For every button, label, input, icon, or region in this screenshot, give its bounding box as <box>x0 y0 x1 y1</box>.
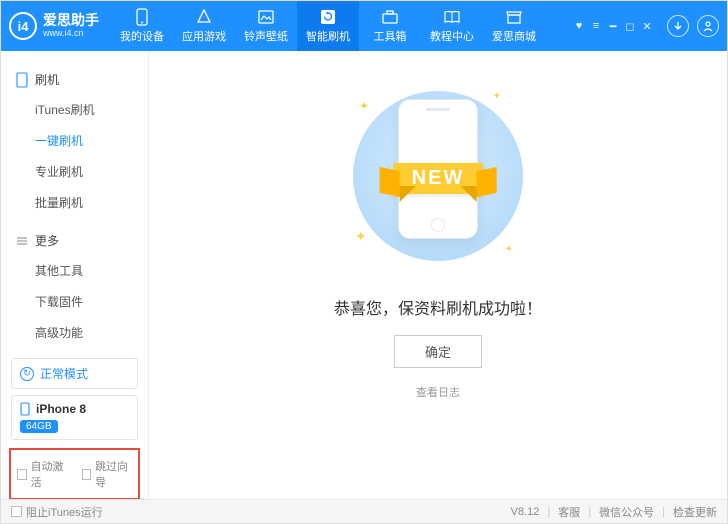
sparkle-icon: ✦ <box>359 99 369 113</box>
storage-badge: 64GB <box>20 420 58 433</box>
check-update-link[interactable]: 检查更新 <box>673 504 717 520</box>
wechat-link[interactable]: 微信公众号 <box>599 504 654 520</box>
toolbox-icon <box>381 8 399 26</box>
chk-label: 跳过向导 <box>95 458 132 490</box>
tab-label: 智能刷机 <box>306 28 350 44</box>
tab-apps-games[interactable]: 应用游戏 <box>173 1 235 51</box>
chk-label: 阻止iTunes运行 <box>26 504 103 520</box>
status-bar: 阻止iTunes运行 V8.12 | 客服 | 微信公众号 | 检查更新 <box>1 499 727 523</box>
sidebar-item-batch-flash[interactable]: 批量刷机 <box>1 187 148 218</box>
skin-icon[interactable]: ♥ <box>573 20 585 32</box>
sidebar-heading-more: 更多 <box>1 226 148 255</box>
support-link[interactable]: 客服 <box>558 504 580 520</box>
tab-label: 我的设备 <box>120 28 164 44</box>
tab-label: 教程中心 <box>430 28 474 44</box>
ok-button[interactable]: 确定 <box>394 335 482 368</box>
app-header: i4 爱思助手 www.i4.cn 我的设备 应用游戏 铃声壁纸 智能刷机 <box>1 1 727 51</box>
maximize-icon[interactable]: ◻ <box>624 20 636 32</box>
device-info-box[interactable]: iPhone 8 64GB <box>11 395 138 440</box>
sparkle-icon: ✦ <box>493 91 501 102</box>
tab-tutorials[interactable]: 教程中心 <box>421 1 483 51</box>
device-icon <box>15 73 29 87</box>
sidebar-heading-flash: 刷机 <box>1 65 148 94</box>
book-icon <box>443 8 461 26</box>
download-button[interactable] <box>667 15 689 37</box>
sidebar-item-advanced[interactable]: 高级功能 <box>1 317 148 348</box>
header-tabs: 我的设备 应用游戏 铃声壁纸 智能刷机 工具箱 教程中心 <box>111 1 545 51</box>
chk-label: 自动激活 <box>31 458 68 490</box>
flash-options-highlighted: 自动激活 跳过向导 <box>9 448 140 500</box>
logo-title: 爱思助手 <box>43 13 99 28</box>
image-icon <box>257 8 275 26</box>
heading-label: 更多 <box>35 232 59 249</box>
sparkle-icon: ✦ <box>355 228 367 245</box>
tab-smart-flash[interactable]: 智能刷机 <box>297 1 359 51</box>
tab-label: 铃声壁纸 <box>244 28 288 44</box>
app-logo: i4 爱思助手 www.i4.cn <box>9 12 99 40</box>
main-content: ✦ ✦ ✦ ✦ NEW 恭喜您，保资料刷机成功啦！ 确定 查看日志 <box>149 51 727 499</box>
mode-icon: ↻ <box>20 367 34 381</box>
new-ribbon: NEW <box>394 163 483 194</box>
checkbox-skip-guide[interactable]: 跳过向导 <box>82 458 133 490</box>
sidebar-item-pro-flash[interactable]: 专业刷机 <box>1 156 148 187</box>
apps-icon <box>195 8 213 26</box>
tab-label: 爱思商城 <box>492 28 536 44</box>
sidebar-item-download-firmware[interactable]: 下载固件 <box>1 286 148 317</box>
sidebar-item-itunes-flash[interactable]: iTunes刷机 <box>1 94 148 125</box>
checkbox-block-itunes[interactable]: 阻止iTunes运行 <box>11 504 103 520</box>
device-mode-box[interactable]: ↻ 正常模式 <box>11 358 138 389</box>
more-icon <box>15 234 29 248</box>
logo-url: www.i4.cn <box>43 29 99 39</box>
store-icon <box>505 8 523 26</box>
success-message: 恭喜您，保资料刷机成功啦！ <box>334 295 542 319</box>
checkbox-auto-activate[interactable]: 自动激活 <box>17 458 68 490</box>
user-button[interactable] <box>697 15 719 37</box>
menu-icon[interactable]: ≡ <box>590 20 602 32</box>
view-log-link[interactable]: 查看日志 <box>416 384 460 400</box>
sparkle-icon: ✦ <box>505 244 513 255</box>
device-name-label: iPhone 8 <box>36 402 86 416</box>
success-illustration: ✦ ✦ ✦ ✦ NEW <box>333 81 543 271</box>
logo-icon: i4 <box>9 12 37 40</box>
tab-ringtone-wallpaper[interactable]: 铃声壁纸 <box>235 1 297 51</box>
sidebar-item-oneclick-flash[interactable]: 一键刷机 <box>1 125 148 156</box>
ribbon-label: NEW <box>412 167 465 189</box>
phone-icon <box>133 8 151 26</box>
mode-label: 正常模式 <box>40 365 88 382</box>
version-label: V8.12 <box>511 506 540 518</box>
heading-label: 刷机 <box>35 71 59 88</box>
phone-small-icon <box>20 402 30 416</box>
refresh-icon <box>319 8 337 26</box>
tab-toolbox[interactable]: 工具箱 <box>359 1 421 51</box>
sidebar-item-other-tools[interactable]: 其他工具 <box>1 255 148 286</box>
tab-my-device[interactable]: 我的设备 <box>111 1 173 51</box>
close-icon[interactable]: ✕ <box>641 20 653 32</box>
sidebar: 刷机 iTunes刷机 一键刷机 专业刷机 批量刷机 更多 其他工具 下载固件 … <box>1 51 149 499</box>
minimize-icon[interactable]: ━ <box>607 20 619 32</box>
tab-label: 应用游戏 <box>182 28 226 44</box>
tab-store[interactable]: 爱思商城 <box>483 1 545 51</box>
tab-label: 工具箱 <box>374 28 407 44</box>
